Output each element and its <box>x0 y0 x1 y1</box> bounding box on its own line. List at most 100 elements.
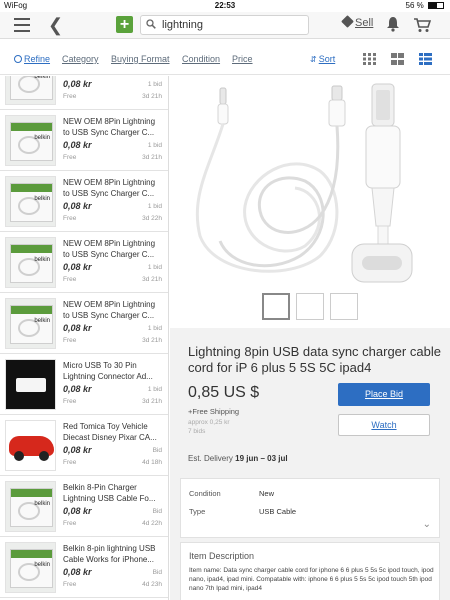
item-thumbnail <box>5 359 56 410</box>
item-approx-price: approx 0,25 kr <box>188 419 230 426</box>
battery-indicator: 56 % <box>406 1 444 10</box>
item-price: 0,08 kr <box>63 384 92 394</box>
battery-percent: 56 % <box>405 1 424 10</box>
item-thumbnail: belkin <box>5 298 56 349</box>
item-description: Item Description Item name: Data sync ch… <box>180 542 440 600</box>
condition-filter[interactable]: Condition <box>182 54 220 64</box>
cart-icon[interactable] <box>413 17 431 33</box>
refine-label: Refine <box>24 54 51 64</box>
grid-view-icon[interactable] <box>363 53 376 65</box>
results-list: belkin 0,08 kr Free 1 bid 3d 21h belkin NEW OE… <box>0 76 169 600</box>
item-title: NEW OEM 8Pin Lightning to USB Sync Charg… <box>63 239 156 259</box>
sell-button[interactable]: Sell <box>341 15 373 29</box>
sort-link[interactable]: ⇵ Sort <box>310 54 335 64</box>
menu-icon[interactable] <box>14 18 30 32</box>
description-heading: Item Description <box>189 551 255 561</box>
item-specifics[interactable]: Condition New Type USB Cable ⌄ <box>180 478 440 538</box>
list-item[interactable]: belkin Belkin 8-Pin Charger Lightning USB… <box>0 476 168 537</box>
item-price: 0,08 kr <box>63 445 92 455</box>
price-filter[interactable]: Price <box>232 54 253 64</box>
item-price: 0,08 kr <box>63 506 92 516</box>
item-title: NEW OEM 8Pin Lightning to USB Sync Charg… <box>63 117 156 137</box>
item-title: NEW OEM 8Pin Lightning to USB Sync Charg… <box>63 300 156 320</box>
list-view-icon[interactable] <box>419 53 432 65</box>
item-time-left: 4d 22h <box>142 520 162 527</box>
image-thumbnail-3[interactable] <box>330 293 358 320</box>
item-title: Red Tomica Toy Vehicle Diecast Disney Pi… <box>63 422 157 442</box>
item-price: 0,85 US $ <box>188 384 260 401</box>
item-title: Belkin 8-pin lightning USB Cable Works f… <box>63 544 156 564</box>
item-title: Lightning 8pin USB data sync charger cab… <box>188 344 441 375</box>
description-text: Item name: Data sync charger cable cord … <box>189 567 434 592</box>
item-title: Micro USB To 30 Pin Lightning Connector … <box>63 361 153 381</box>
item-price: 0,08 kr <box>63 567 92 577</box>
top-navigation: ❮ + lightning Sell <box>0 12 450 39</box>
list-item[interactable]: belkin NEW OEM 8Pin Lightning to USB Sync… <box>0 232 168 293</box>
condition-label: Condition <box>189 489 221 498</box>
item-bids: 1 bid <box>147 203 162 210</box>
product-image[interactable] <box>170 76 450 328</box>
item-shipping: +Free Shipping <box>188 407 240 416</box>
item-bids: Bid <box>152 447 162 454</box>
item-bid-count: 7 bids <box>188 428 206 435</box>
list-item[interactable]: Red Tomica Toy Vehicle Diecast Disney Pi… <box>0 415 168 476</box>
list-item[interactable]: belkin 0,08 kr Free 1 bid 3d 21h <box>0 76 168 110</box>
list-item[interactable]: belkin NEW OEM 8Pin Lightning to USB Sync… <box>0 293 168 354</box>
estimated-delivery: Est. Delivery 19 jun – 03 jul <box>188 454 288 463</box>
item-price: 0,08 kr <box>63 262 92 272</box>
image-thumbnail-1[interactable] <box>262 293 290 320</box>
est-delivery-value: 19 jun – 03 jul <box>235 454 288 463</box>
notifications-bell-icon[interactable] <box>386 16 400 32</box>
item-bids: Bid <box>152 508 162 515</box>
gallery-view-icon[interactable] <box>391 53 404 65</box>
item-price: 0,08 kr <box>63 79 92 89</box>
list-item[interactable]: Micro USB To 30 Pin Lightning Connector … <box>0 354 168 415</box>
item-time-left: 3d 21h <box>142 337 162 344</box>
search-input[interactable]: lightning <box>140 15 309 35</box>
type-value: USB Cable <box>259 507 297 516</box>
item-shipping: Free <box>63 337 77 344</box>
list-item[interactable]: belkin NEW OEM 8Pin Lightning to USB Sync… <box>0 171 168 232</box>
item-bids: 1 bid <box>147 264 162 271</box>
refine-link[interactable]: Refine <box>14 54 50 64</box>
item-thumbnail <box>5 420 56 471</box>
item-price: 0,08 kr <box>63 140 92 150</box>
item-time-left: 4d 18h <box>142 459 162 466</box>
place-bid-button[interactable]: Place Bid <box>338 383 430 406</box>
item-shipping: Free <box>63 215 77 222</box>
item-price: 0,08 kr <box>63 201 92 211</box>
add-icon[interactable]: + <box>116 16 133 33</box>
item-shipping: Free <box>63 154 77 161</box>
type-label: Type <box>189 507 206 516</box>
battery-icon <box>428 2 444 9</box>
lightning-cable-image <box>195 83 413 283</box>
item-bids: 1 bid <box>147 325 162 332</box>
clock: 22:53 <box>214 1 236 10</box>
item-time-left: 3d 22h <box>142 215 162 222</box>
list-item[interactable]: belkin Belkin 8-pin lightning USB Cable W… <box>0 537 168 598</box>
item-bids: 1 bid <box>147 386 162 393</box>
back-chevron-icon[interactable]: ❮ <box>48 15 63 36</box>
item-thumbnail: belkin <box>5 76 56 105</box>
item-thumbnail: belkin <box>5 115 56 166</box>
watch-button[interactable]: Watch <box>338 414 430 436</box>
filter-bar: Refine Category Buying Format Condition … <box>0 40 450 75</box>
chevron-down-icon[interactable]: ⌄ <box>423 519 431 530</box>
status-bar: WiFog 22:53 56 % <box>0 0 450 12</box>
search-icon <box>146 19 156 29</box>
item-shipping: Free <box>63 581 77 588</box>
condition-value: New <box>259 489 275 498</box>
category-filter[interactable]: Category <box>62 54 99 64</box>
list-item[interactable]: belkin NEW OEM 8Pin Lightning to USB Sync… <box>0 110 168 171</box>
item-title: Belkin 8-Pin Charger Lightning USB Cable… <box>63 483 156 503</box>
item-bids: 1 bid <box>147 81 162 88</box>
sort-label: Sort <box>318 54 336 64</box>
item-title: NEW OEM 8Pin Lightning to USB Sync Charg… <box>63 178 156 198</box>
item-thumbnail: belkin <box>5 542 56 593</box>
image-thumbnail-2[interactable] <box>296 293 324 320</box>
item-bids: Bid <box>152 569 162 576</box>
item-thumbnail: belkin <box>5 481 56 532</box>
item-shipping: Free <box>63 520 77 527</box>
buying-format-filter[interactable]: Buying Format <box>111 54 170 64</box>
search-value: lightning <box>162 19 203 31</box>
